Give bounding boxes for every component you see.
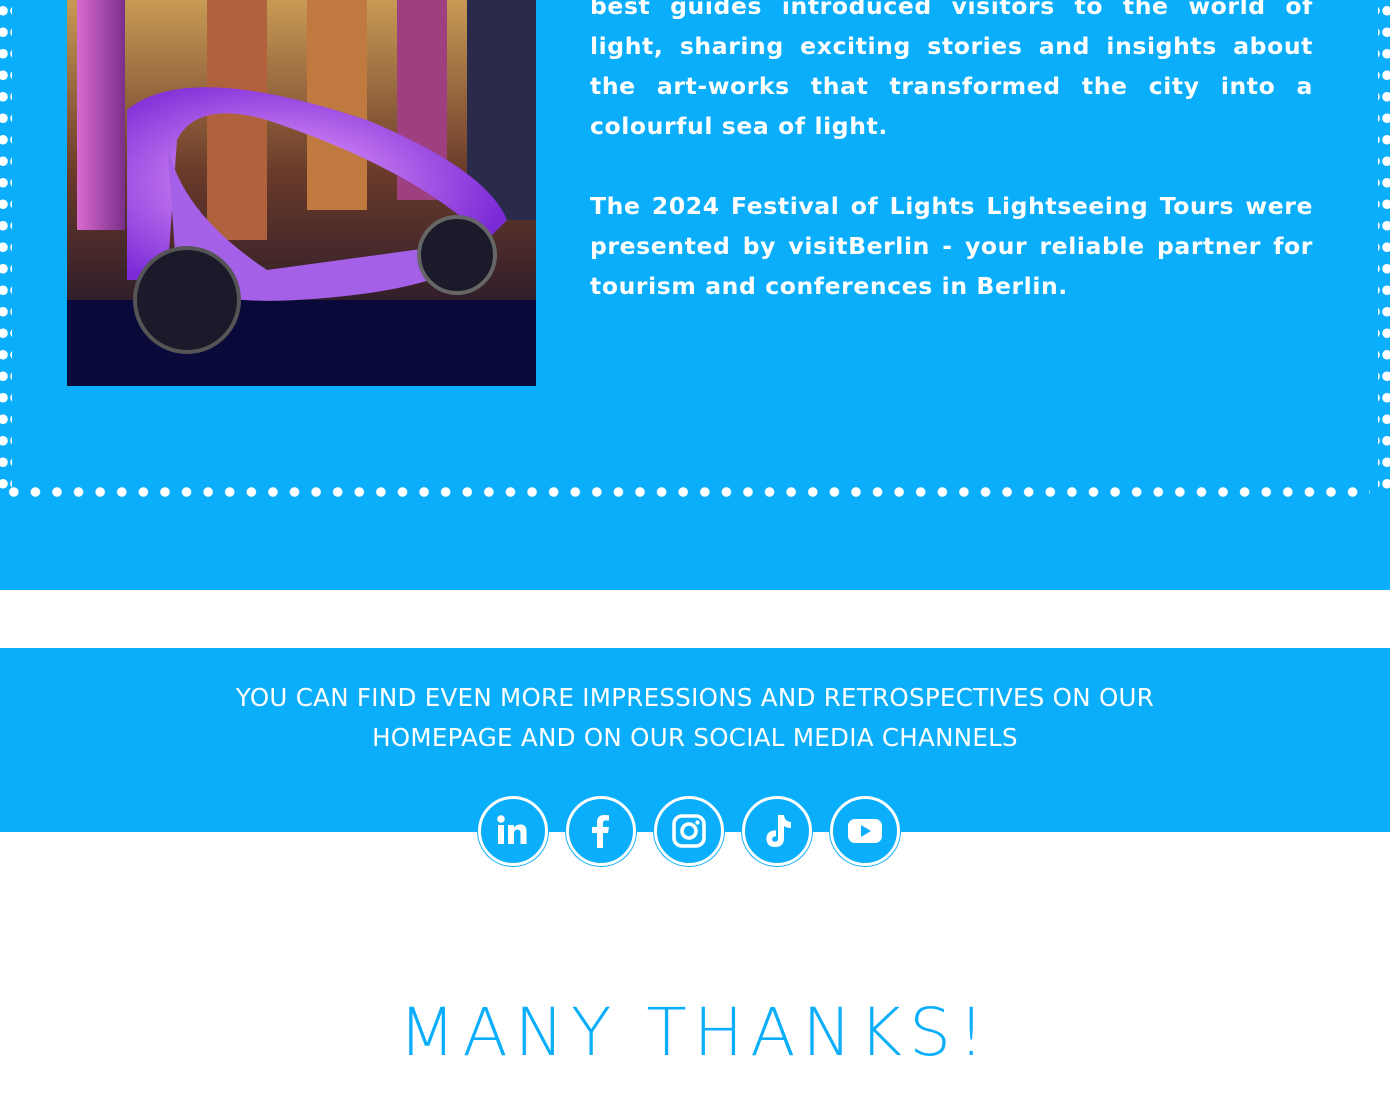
social-callout-text: YOU CAN FIND EVEN MORE IMPRESSIONS AND R… <box>235 683 1155 752</box>
dotted-border-bottom <box>0 486 1370 498</box>
closing-title: MANY THANKS! <box>398 994 992 1072</box>
social-icons <box>478 796 900 868</box>
velotaxi-illustration <box>67 0 536 386</box>
facebook-icon[interactable] <box>566 796 636 866</box>
feature-section: best guides introduced visitors to the w… <box>0 0 1390 590</box>
feature-paragraph-2: The 2024 Festival of Lights Lightseeing … <box>590 192 1313 300</box>
tiktok-icon[interactable] <box>742 796 812 866</box>
instagram-icon[interactable] <box>654 796 724 866</box>
velotaxi-photo <box>67 0 536 386</box>
dotted-border-right <box>1378 0 1390 492</box>
dotted-border-left <box>0 0 12 492</box>
feature-text: best guides introduced visitors to the w… <box>590 0 1313 346</box>
feature-paragraph-1: best guides introduced visitors to the w… <box>590 0 1313 140</box>
linkedin-icon[interactable] <box>478 796 548 866</box>
youtube-icon[interactable] <box>830 796 900 866</box>
